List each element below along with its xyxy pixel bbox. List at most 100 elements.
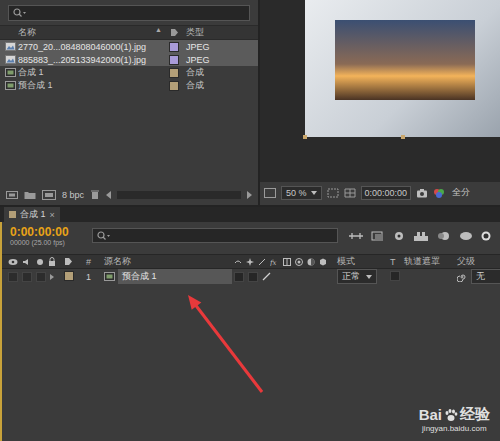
zoom-dropdown[interactable]: 50 %: [281, 186, 322, 200]
item-type: JPEG: [182, 55, 258, 65]
comp-mini-flowchart-icon[interactable]: [348, 230, 364, 242]
adjustment-layer-icon[interactable]: [307, 258, 315, 266]
project-item[interactable]: 合成 1合成: [0, 66, 258, 79]
label-column-header[interactable]: [166, 28, 182, 37]
tab-color: [9, 211, 16, 218]
timeline-panel: 合成 1×0:00:00:0000000 (25.00 fps)#源名称fx模式…: [0, 207, 500, 441]
frame-blend-icon[interactable]: [283, 258, 291, 266]
interpret-footage-icon[interactable]: [6, 190, 18, 200]
composition-frame[interactable]: [305, 0, 500, 137]
composition-icon: [5, 68, 16, 77]
mode-column-header: 模式: [337, 255, 390, 268]
project-column-header: 名称▲ 类型: [0, 25, 258, 40]
motion-blur-icon[interactable]: [436, 230, 452, 242]
audio-icon[interactable]: [22, 258, 32, 266]
selection-handle[interactable]: [401, 135, 405, 139]
shy-switch[interactable]: [234, 272, 244, 282]
timeline-controls: 0:00:00:0000000 (25.00 fps): [2, 222, 500, 250]
solo-toggle[interactable]: [22, 272, 32, 282]
video-eye-icon[interactable]: [8, 258, 18, 266]
composition-viewer: 50 % 0:00:00:00 全分: [260, 0, 500, 205]
project-item[interactable]: 2770_20...084808046000(1).jpgJPEG: [0, 40, 258, 53]
lock-icon[interactable]: [48, 257, 56, 266]
project-item[interactable]: 预合成 1合成: [0, 79, 258, 92]
viewer-timecode[interactable]: 0:00:00:00: [361, 186, 412, 200]
3d-layer-icon[interactable]: [319, 258, 327, 266]
layer-switches-header: fx: [234, 258, 337, 266]
quality-switch-icon[interactable]: [262, 272, 271, 281]
current-time[interactable]: 0:00:00:0000000 (25.00 fps): [10, 225, 82, 246]
collapse-switch[interactable]: [248, 272, 258, 282]
new-composition-icon[interactable]: [42, 190, 56, 200]
graph-editor-icon[interactable]: [459, 230, 473, 242]
bit-depth-button[interactable]: 8 bpc: [62, 190, 84, 200]
label-color[interactable]: [169, 81, 179, 91]
project-search-field[interactable]: [8, 5, 250, 21]
composition-tab[interactable]: 合成 1×: [4, 207, 60, 222]
svg-text:fx: fx: [270, 259, 277, 266]
folder-icon[interactable]: [24, 190, 36, 200]
after-effects-window: 名称▲ 类型2770_20...084808046000(1).jpgJPEG88…: [0, 0, 500, 441]
timeline-search-field[interactable]: [92, 228, 338, 243]
item-type: 合成: [182, 79, 258, 92]
preserve-transparency-checkbox[interactable]: [390, 271, 400, 281]
layer-row[interactable]: 1 预合成 1 正常 无: [2, 269, 500, 284]
layer-number: 1: [86, 272, 104, 282]
scroll-right-arrow[interactable]: [247, 191, 252, 199]
pick-whip-icon[interactable]: [457, 272, 467, 282]
preview-icon[interactable]: [264, 188, 276, 198]
timeline-tab-bar: 合成 1×: [0, 207, 500, 222]
fit-icon[interactable]: [327, 188, 339, 198]
name-column-header[interactable]: 名称▲: [18, 26, 166, 39]
t-column-header: T: [390, 257, 404, 267]
search-icon: [97, 231, 111, 241]
grid-icon[interactable]: [344, 188, 356, 198]
color-channels-icon[interactable]: [433, 188, 445, 198]
selection-handle[interactable]: [303, 135, 307, 139]
timeline-switch-buttons: [348, 230, 494, 242]
visibility-toggle[interactable]: [8, 272, 18, 282]
viewer-canvas: [260, 0, 500, 182]
project-panel: 名称▲ 类型2770_20...084808046000(1).jpgJPEG88…: [0, 0, 258, 205]
motion-blur-switch-icon[interactable]: [295, 258, 303, 266]
frame-blending-icon[interactable]: [413, 230, 429, 242]
source-name-column-header[interactable]: 源名称: [104, 255, 234, 268]
search-zoom-icon[interactable]: [480, 230, 494, 242]
shy-icon[interactable]: [234, 258, 242, 266]
scroll-left-arrow[interactable]: [106, 191, 111, 199]
viewer-toolbar: 50 % 0:00:00:00 全分: [260, 182, 500, 205]
resolution-dropdown[interactable]: 全分: [450, 185, 472, 200]
label-color[interactable]: [169, 42, 179, 52]
project-list: 2770_20...084808046000(1).jpgJPEG885883_…: [0, 40, 258, 186]
parent-dropdown[interactable]: 无: [471, 269, 500, 284]
tag-icon[interactable]: [64, 257, 73, 266]
label-color[interactable]: [169, 55, 179, 65]
project-footer: 8 bpc: [0, 186, 258, 205]
project-item[interactable]: 885883_...205133942000(1).jpgJPEG: [0, 53, 258, 66]
draft-3d-icon[interactable]: [371, 230, 385, 242]
close-tab-button[interactable]: ×: [50, 210, 55, 220]
quality-icon[interactable]: [258, 258, 266, 266]
lock-toggle[interactable]: [36, 272, 46, 282]
label-color[interactable]: [169, 68, 179, 78]
composition-icon: [104, 272, 115, 281]
hide-shy-layers-icon[interactable]: [392, 230, 406, 242]
trash-icon[interactable]: [90, 189, 100, 200]
item-type: JPEG: [182, 42, 258, 52]
type-column-header[interactable]: 类型: [182, 26, 258, 39]
expand-arrow[interactable]: [50, 274, 54, 280]
image-file-icon: [5, 55, 16, 64]
camera-icon[interactable]: [416, 188, 428, 198]
sort-indicator[interactable]: ▲: [155, 26, 162, 39]
effects-icon[interactable]: fx: [270, 258, 279, 266]
top-area: 名称▲ 类型2770_20...084808046000(1).jpgJPEG88…: [0, 0, 500, 205]
collapse-icon[interactable]: [246, 258, 254, 266]
horizontal-scrollbar[interactable]: [117, 191, 241, 199]
solo-icon[interactable]: [36, 258, 44, 266]
layer-label-color[interactable]: [64, 271, 74, 281]
blend-mode-dropdown[interactable]: 正常: [337, 269, 377, 284]
baidu-watermark: Bai经验jingyan.baidu.com: [419, 405, 490, 433]
photo-layer[interactable]: [335, 20, 475, 100]
project-search-row: [0, 0, 258, 25]
layer-name[interactable]: 预合成 1: [118, 269, 232, 284]
